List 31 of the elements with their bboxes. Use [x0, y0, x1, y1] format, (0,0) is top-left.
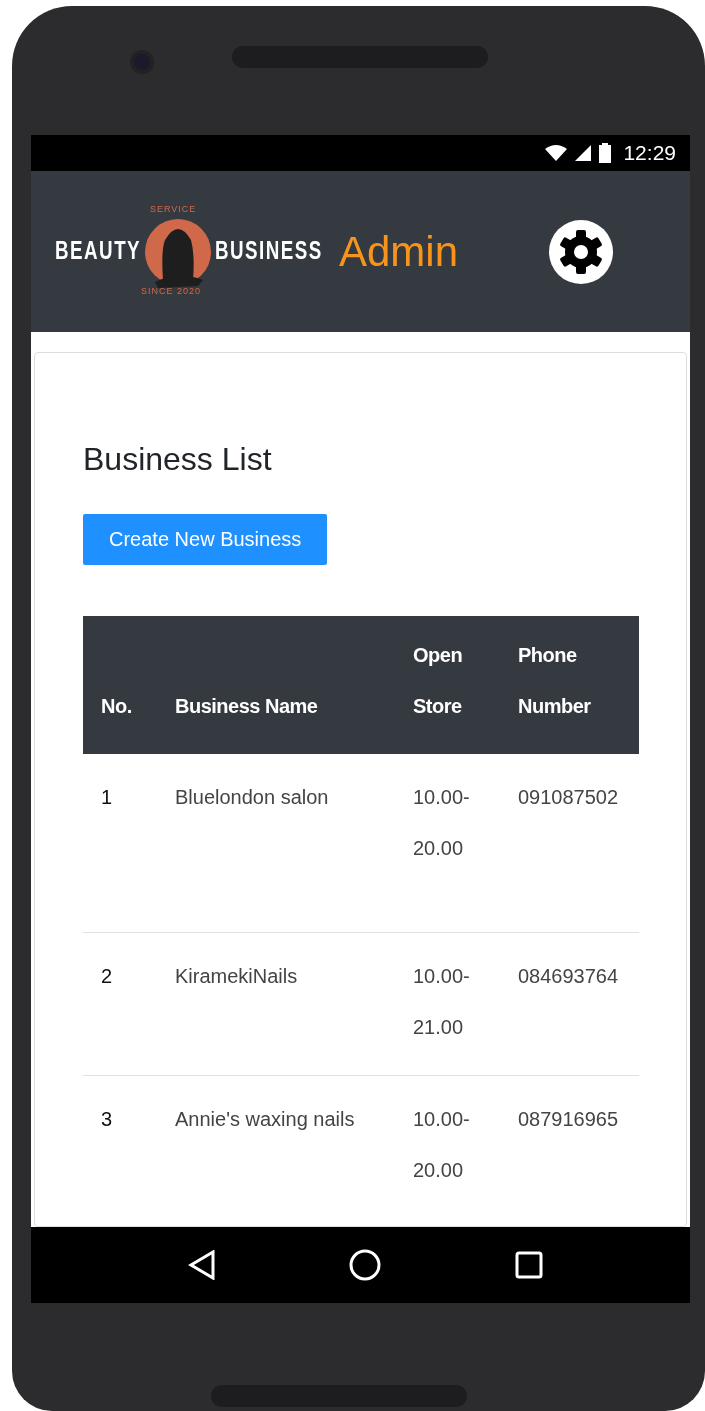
column-header: No. [101, 695, 132, 717]
table-cell: Annie's waxing nails [175, 1075, 413, 1218]
table-cell: 091087502 [518, 754, 639, 933]
table-cell: 10.00-20.00 [413, 754, 518, 933]
signal-icon [575, 145, 592, 161]
logo-tagline: SINCE 2020 [141, 285, 202, 296]
table-cell: 2 [83, 932, 175, 1076]
page-heading: Business List [83, 441, 273, 478]
create-business-button[interactable]: Create New Business [83, 514, 328, 565]
table-cell: 3 [83, 1075, 175, 1218]
column-header: Open Store [413, 643, 463, 719]
back-icon[interactable] [187, 1250, 216, 1280]
battery-icon [599, 143, 612, 163]
table-cell: 10.00-21.00 [413, 932, 518, 1076]
clock-time: 12:29 [623, 141, 676, 165]
table-cell: Bluelondon salon [175, 754, 413, 933]
app-title: Admin [339, 227, 459, 276]
settings-icon[interactable] [548, 218, 615, 285]
logo-wordmark: BEAUTY [55, 235, 142, 265]
table-cell: 10.00-20.00 [413, 1075, 518, 1218]
table-cell: 1 [83, 754, 175, 933]
table-cell: 084693764 [518, 932, 639, 1076]
column-header: Business Name [175, 695, 318, 717]
logo-tagline: SERVICE [150, 203, 197, 214]
table-cell: 087916965 [518, 1075, 639, 1218]
table-cell: KiramekiNails [175, 932, 413, 1076]
recents-icon[interactable] [515, 1251, 544, 1279]
home-icon[interactable] [349, 1249, 382, 1281]
logo-wordmark: BUSINESS [215, 235, 323, 265]
column-header: Phone Number [518, 643, 591, 719]
wifi-icon [545, 145, 568, 161]
